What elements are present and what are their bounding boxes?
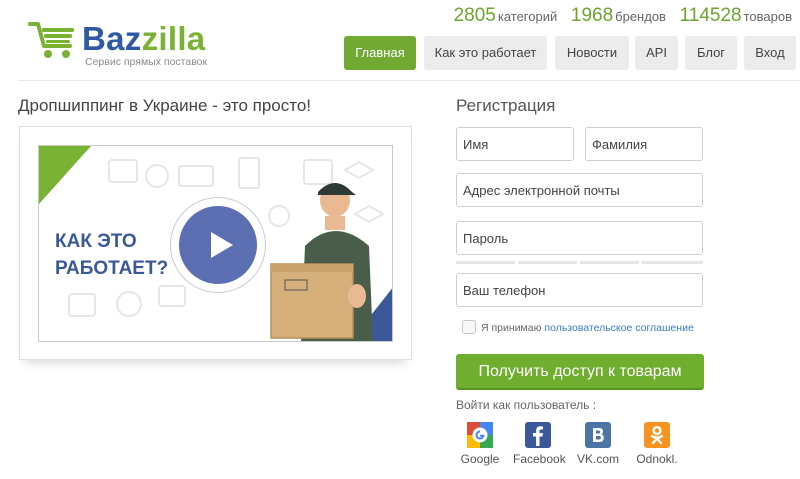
first-name-field[interactable] (456, 127, 574, 161)
video-caption: КАК ЭТО РАБОТАЕТ? (55, 231, 169, 279)
password-strength-segment (456, 261, 515, 264)
vk-login[interactable]: VK.com (573, 422, 623, 466)
video-card: КАК ЭТО РАБОТАЕТ? (19, 126, 412, 360)
products-label: товаров (743, 9, 792, 24)
play-icon (211, 232, 233, 258)
vk-icon (585, 422, 611, 448)
get-access-button[interactable]: Получить доступ к товарам (456, 354, 704, 390)
page-title: Дропшиппинг в Украине - это просто! (18, 96, 312, 115)
categories-label: категорий (497, 9, 558, 24)
nav-news[interactable]: Новости (555, 36, 629, 70)
odnoklassniki-icon (644, 422, 670, 448)
phone-field[interactable] (456, 273, 703, 307)
video-player[interactable]: КАК ЭТО РАБОТАЕТ? (38, 145, 393, 342)
cart-logo-icon (28, 22, 74, 58)
registration-title: Регистрация (456, 96, 556, 115)
brands-label: брендов (615, 9, 666, 24)
password-field[interactable] (456, 221, 703, 255)
categories-count: 2805 (453, 5, 496, 26)
brands-count: 1968 (570, 5, 614, 26)
google-login[interactable]: Google (455, 422, 505, 466)
products-count: 114528 (679, 5, 742, 26)
catalog-stats: 2805 категорий 1968 брендов 114528 товаров (454, 5, 792, 27)
header-divider (18, 80, 800, 81)
google-icon (467, 422, 493, 448)
brand-tagline: Сервис прямых поставок (85, 56, 208, 68)
user-agreement-link[interactable]: пользовательское соглашение (544, 322, 693, 334)
password-strength-segment (580, 261, 639, 264)
agree-label: Я принимаю пользовательское соглашение (481, 322, 694, 334)
social-login-title: Войти как пользователь : (456, 398, 597, 412)
facebook-icon (525, 422, 551, 448)
last-name-field[interactable] (585, 127, 703, 161)
brand-name: Bazzilla (82, 20, 206, 57)
nav-home[interactable]: Главная (344, 36, 416, 70)
nav-api[interactable]: API (635, 36, 678, 70)
password-strength-segment (642, 261, 703, 264)
facebook-login[interactable]: Facebook (513, 422, 566, 466)
nav-blog[interactable]: Блог (685, 36, 737, 70)
main-nav: Главная Как это работает Новости API Бло… (344, 36, 796, 70)
logo[interactable]: Bazzilla Сервис прямых поставок (28, 18, 228, 70)
play-button[interactable] (170, 197, 266, 293)
agree-checkbox[interactable] (462, 320, 476, 334)
password-strength-segment (518, 261, 577, 264)
nav-login[interactable]: Вход (744, 36, 796, 70)
email-field[interactable] (456, 173, 703, 207)
odnoklassniki-login[interactable]: Odnokl. (632, 422, 682, 466)
nav-how-it-works[interactable]: Как это работает (424, 36, 547, 70)
